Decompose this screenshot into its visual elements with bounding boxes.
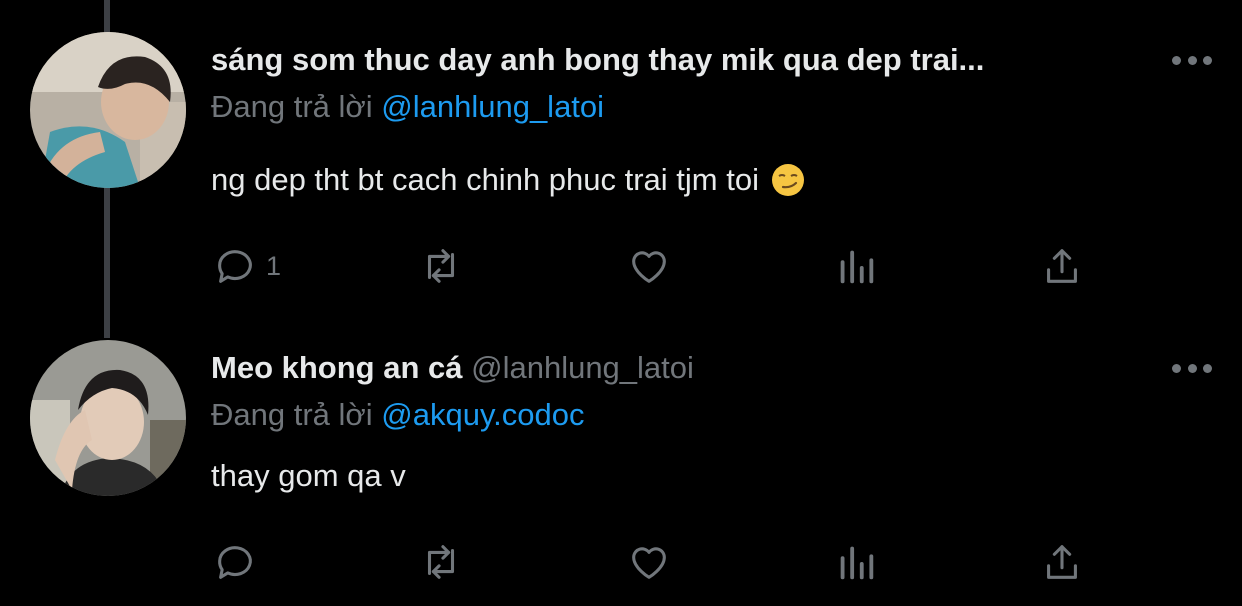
- like-icon: [632, 251, 666, 283]
- replying-to-label: Đang trả lời: [211, 89, 373, 124]
- like-icon: [632, 547, 666, 579]
- retweet-button[interactable]: [418, 537, 464, 587]
- reply-button[interactable]: [212, 537, 258, 587]
- tweet-text-content: ng dep tht bt cach chinh phuc trai tjm t…: [211, 162, 759, 197]
- reply-count: 1: [266, 250, 282, 281]
- reply-icon: [218, 250, 252, 283]
- analytics-icon: [840, 250, 874, 284]
- replying-to-label: Đang trả lời: [211, 397, 373, 432]
- analytics-button[interactable]: [833, 241, 879, 291]
- replying-to-handle-link[interactable]: @lanhlung_latoi: [381, 89, 604, 124]
- share-icon: [1047, 545, 1077, 579]
- tweet-2[interactable]: Meo khong an cá @lanhlung_latoi Đang trả…: [0, 340, 1242, 606]
- share-button[interactable]: [1039, 241, 1085, 291]
- avatar[interactable]: [30, 340, 186, 496]
- tweet-text: thay gom qa v: [211, 458, 406, 494]
- display-name[interactable]: sáng som thuc day anh bong thay mik qua …: [211, 42, 984, 77]
- retweet-button[interactable]: [418, 241, 464, 291]
- analytics-button[interactable]: [833, 537, 879, 587]
- replying-to-line: Đang trả lời @lanhlung_latoi: [211, 89, 604, 125]
- tweet-actions: [0, 537, 1242, 587]
- avatar-image: [30, 340, 186, 496]
- avatar[interactable]: [30, 32, 186, 188]
- tweet-1[interactable]: sáng som thuc day anh bong thay mik qua …: [0, 0, 1242, 340]
- analytics-icon: [840, 546, 874, 580]
- more-options-icon[interactable]: [1172, 45, 1212, 75]
- reply-button[interactable]: 1: [212, 241, 281, 291]
- like-button[interactable]: [626, 241, 672, 291]
- share-icon: [1047, 249, 1077, 283]
- user-handle[interactable]: @lanhlung_latoi: [471, 350, 694, 385]
- replying-to-line: Đang trả lời @akquy.codoc: [211, 397, 584, 433]
- tweet-text-content: thay gom qa v: [211, 458, 406, 493]
- tweet-text: ng dep tht bt cach chinh phuc trai tjm t…: [211, 162, 805, 198]
- display-name[interactable]: Meo khong an cá: [211, 350, 462, 385]
- avatar-image: [30, 32, 186, 188]
- reply-icon: [218, 546, 252, 579]
- tweet-header: sáng som thuc day anh bong thay mik qua …: [211, 42, 984, 78]
- retweet-icon: [427, 545, 455, 579]
- share-button[interactable]: [1039, 537, 1085, 587]
- retweet-icon: [427, 249, 455, 283]
- tweet-actions: 1: [0, 241, 1242, 291]
- tweet-header: Meo khong an cá @lanhlung_latoi: [211, 350, 694, 386]
- more-options-icon[interactable]: [1172, 353, 1212, 383]
- like-button[interactable]: [626, 537, 672, 587]
- replying-to-handle-link[interactable]: @akquy.codoc: [381, 397, 584, 432]
- smirking-face-icon: [771, 164, 804, 196]
